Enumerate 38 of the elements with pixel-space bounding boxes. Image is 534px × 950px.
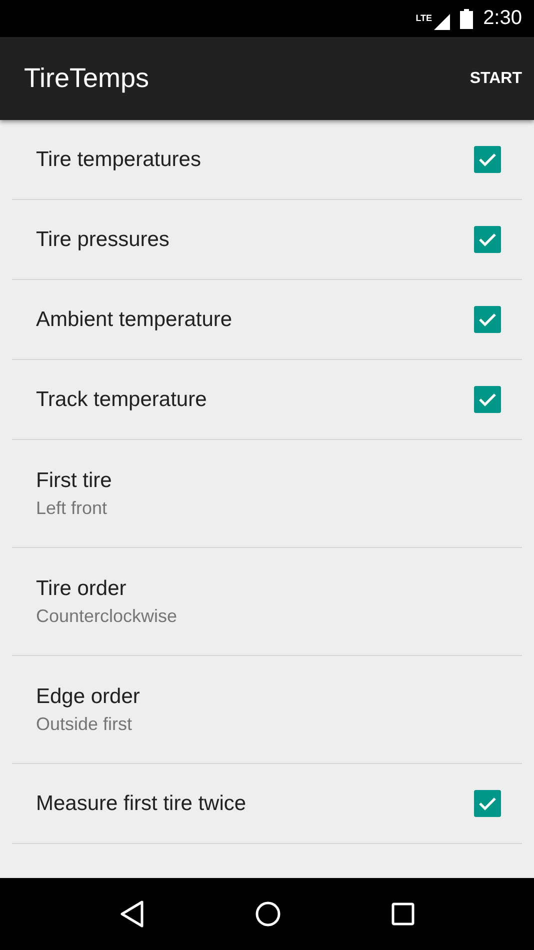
network-label: LTE <box>416 14 432 23</box>
checkmark-icon <box>478 796 497 811</box>
battery-icon <box>460 8 474 28</box>
setting-summary: Outside first <box>36 714 134 734</box>
setting-row[interactable]: First tire Left front <box>12 440 522 548</box>
checkmark-icon <box>478 152 497 167</box>
checkmark-icon <box>478 312 497 327</box>
checkbox[interactable] <box>474 226 501 253</box>
setting-title: First tire <box>36 468 112 492</box>
checkbox[interactable] <box>474 306 501 333</box>
setting-summary: Counterclockwise <box>36 606 178 626</box>
home-icon[interactable] <box>255 901 281 927</box>
setting-row[interactable]: Tire order Counterclockwise <box>12 548 522 656</box>
checkbox[interactable] <box>474 386 501 413</box>
setting-title: Edge order <box>36 684 140 708</box>
setting-row[interactable]: Edge order Outside first <box>12 656 522 764</box>
start-button[interactable]: START <box>470 62 522 96</box>
setting-row[interactable]: Tire pressures <box>12 200 522 280</box>
setting-title: Ambient temperature <box>36 308 232 332</box>
setting-row[interactable]: Measure first tire twice <box>12 764 522 844</box>
setting-title: Tire order <box>36 576 128 600</box>
setting-row[interactable]: Tire temperatures <box>12 120 522 200</box>
app-title: TireTemps <box>24 63 150 94</box>
checkmark-icon <box>478 392 497 407</box>
setting-row[interactable]: Track temperature <box>12 360 522 440</box>
checkbox[interactable] <box>474 146 501 173</box>
setting-title: Measure first tire twice <box>36 792 246 816</box>
setting-title: Tire pressures <box>36 228 170 252</box>
setting-title: Tire temperatures <box>36 148 201 172</box>
signal-icon <box>434 14 450 30</box>
recents-icon[interactable] <box>391 902 415 926</box>
checkbox[interactable] <box>474 790 501 817</box>
clock: 2:30 <box>483 7 522 30</box>
setting-title: Track temperature <box>36 388 207 412</box>
setting-summary: Left front <box>36 498 108 518</box>
setting-row[interactable]: Ambient temperature <box>12 280 522 360</box>
checkmark-icon <box>478 232 497 247</box>
back-icon[interactable] <box>119 900 145 928</box>
